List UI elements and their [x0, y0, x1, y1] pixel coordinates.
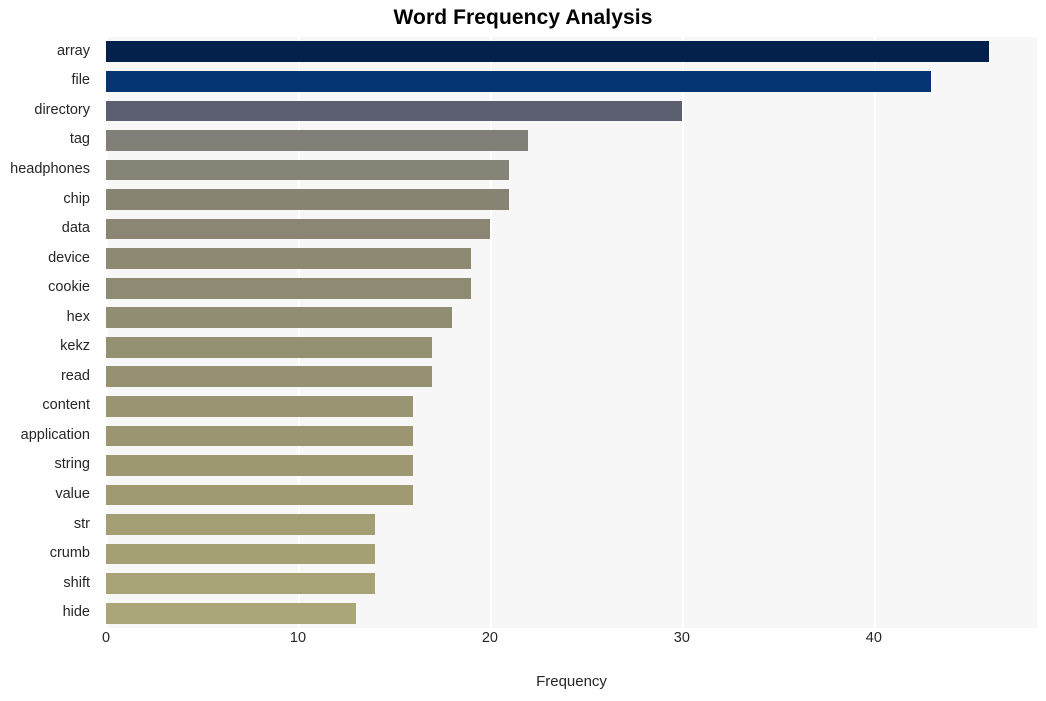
- y-tick-label-crumb: crumb: [49, 545, 90, 562]
- bar-row: [106, 248, 1037, 269]
- bar-row: [106, 396, 1037, 417]
- y-tick-label-data: data: [61, 220, 90, 237]
- bar-row: [106, 189, 1037, 210]
- bar-crumb: [106, 543, 375, 565]
- x-tick-label-20: 20: [481, 630, 498, 646]
- bar-tag: [106, 130, 529, 151]
- bar-kekz: [106, 336, 433, 358]
- y-tick-label-read: read: [60, 367, 90, 384]
- bar-row: [106, 366, 1037, 388]
- bar-row: [106, 514, 1037, 535]
- bar-device: [106, 248, 471, 269]
- y-tick-label-device: device: [48, 249, 90, 266]
- bar-row: [106, 159, 1037, 181]
- chart-figure: Word Frequency Analysis array file directo…: [0, 0, 1046, 701]
- bar-row: [106, 336, 1037, 358]
- bar-row: [106, 484, 1037, 506]
- y-tick-label-cookie: cookie: [48, 279, 90, 296]
- bar-row: [106, 277, 1037, 299]
- bar-row: [106, 573, 1037, 594]
- bar-chip: [106, 189, 510, 210]
- bar-row: [106, 130, 1037, 151]
- x-tick-label-0: 0: [101, 630, 111, 646]
- y-tick-label-shift: shift: [63, 574, 90, 591]
- bar-row: [106, 41, 1037, 63]
- y-tick-label-directory: directory: [34, 101, 90, 118]
- bar-directory: [106, 100, 682, 122]
- y-tick-label-str: str: [73, 515, 90, 532]
- bar-row: [106, 602, 1037, 624]
- y-tick-label-tag: tag: [69, 131, 90, 148]
- y-tick-label-chip: chip: [63, 190, 90, 207]
- y-tick-label-array: array: [56, 42, 90, 59]
- x-tick-label-40: 40: [865, 630, 882, 646]
- bar-content: [106, 396, 414, 417]
- y-tick-label-kekz: kekz: [60, 338, 90, 355]
- bar-row: [106, 70, 1037, 92]
- bar-cookie: [106, 277, 471, 299]
- bar-row: [106, 543, 1037, 565]
- bars-layer: [106, 37, 1037, 628]
- bar-row: [106, 100, 1037, 122]
- bar-value: [106, 484, 414, 506]
- x-tick-label-10: 10: [289, 630, 307, 646]
- x-tick-label-30: 30: [673, 630, 690, 646]
- bar-file: [106, 70, 932, 92]
- x-axis-tick-labels: 0 10 20 30 40: [0, 630, 1046, 654]
- y-tick-label-headphones: headphones: [10, 160, 90, 177]
- y-tick-label-application: application: [20, 426, 90, 443]
- y-tick-label-file: file: [71, 72, 90, 89]
- y-axis-tick-labels: array file directory tag headphones chip data d…: [0, 37, 98, 628]
- bar-hex: [106, 307, 452, 329]
- bar-str: [106, 514, 375, 535]
- bar-array: [106, 41, 989, 63]
- bar-string: [106, 455, 414, 476]
- bar-row: [106, 455, 1037, 476]
- bar-row: [106, 425, 1037, 447]
- bar-hide: [106, 602, 356, 624]
- bar-application: [106, 425, 414, 447]
- bar-data: [106, 218, 490, 240]
- y-tick-label-content: content: [42, 397, 90, 414]
- chart-title: Word Frequency Analysis: [393, 6, 653, 29]
- bar-shift: [106, 573, 375, 594]
- y-tick-label-hide: hide: [62, 604, 90, 621]
- bar-row: [106, 307, 1037, 329]
- y-tick-label-string: string: [54, 456, 90, 473]
- bar-row: [106, 218, 1037, 240]
- x-axis-label: Frequency: [536, 673, 607, 690]
- y-tick-label-value: value: [55, 486, 90, 503]
- plot-area: [106, 37, 1037, 628]
- y-tick-label-hex: hex: [66, 308, 90, 325]
- bar-read: [106, 366, 433, 388]
- bar-headphones: [106, 159, 510, 181]
